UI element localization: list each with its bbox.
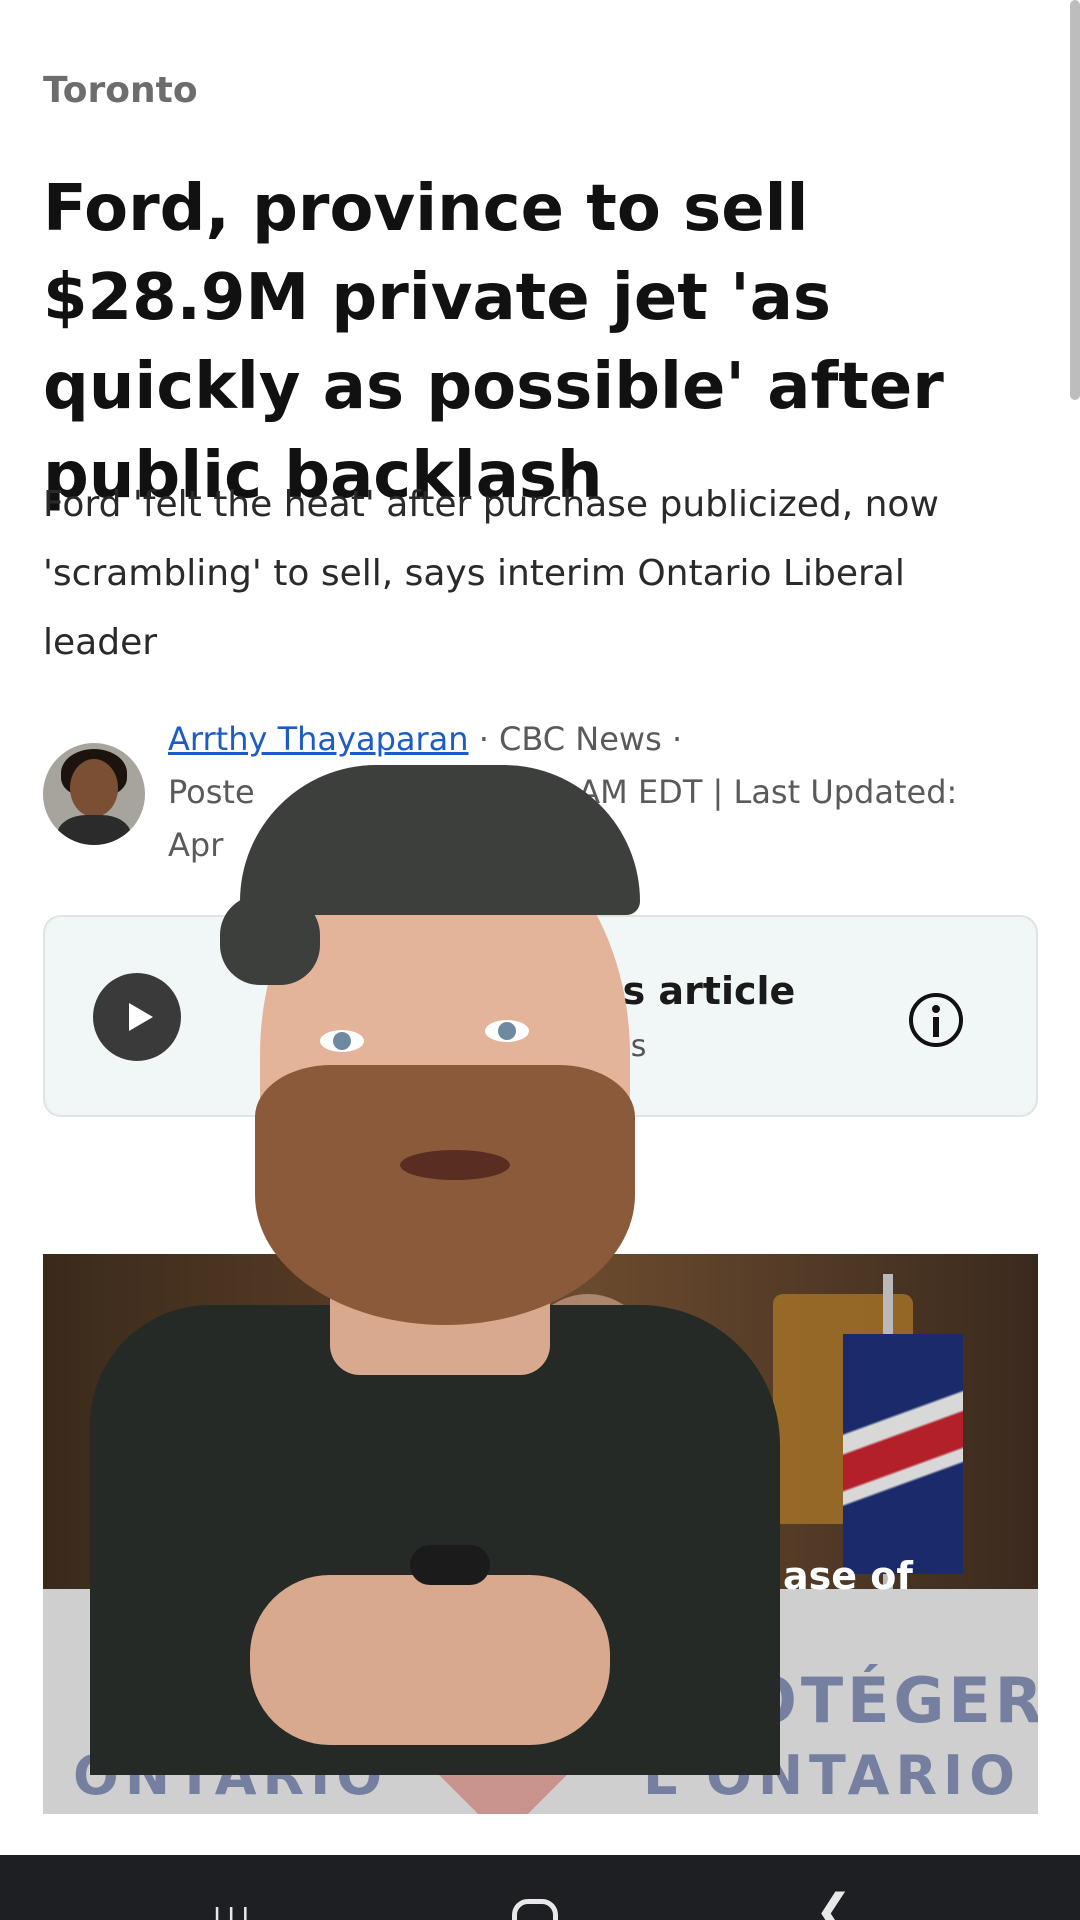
presenter-video-overlay — [80, 745, 790, 1775]
presenter-hand — [250, 1575, 610, 1745]
presenter-microphone — [410, 1545, 490, 1585]
presenter-mouth — [400, 1150, 510, 1180]
article-subheadline: Ford 'felt the heat' after purchase publ… — [43, 484, 939, 663]
presenter-beard — [255, 1065, 635, 1325]
presenter-cap-brim — [220, 895, 320, 985]
home-icon[interactable] — [512, 1899, 558, 1920]
presenter-left-eye — [320, 1030, 364, 1052]
section-label[interactable]: Toronto — [43, 70, 198, 111]
presenter-cap — [240, 765, 640, 915]
recent-apps-icon[interactable]: ||| — [212, 1903, 254, 1920]
system-nav-bar: ||| ❮ — [0, 1855, 1080, 1920]
article-headline: Ford, province to sell $28.9M private je… — [43, 172, 944, 513]
page-scrollbar[interactable] — [1070, 0, 1080, 400]
back-icon[interactable]: ❮ — [815, 1885, 852, 1920]
presenter-right-eye — [485, 1020, 529, 1042]
info-icon-dot — [932, 1005, 940, 1013]
info-icon[interactable] — [909, 993, 963, 1047]
hero-caption: ase of — [783, 1554, 913, 1598]
hero-flag — [843, 1334, 963, 1574]
info-icon-bar — [933, 1017, 939, 1037]
